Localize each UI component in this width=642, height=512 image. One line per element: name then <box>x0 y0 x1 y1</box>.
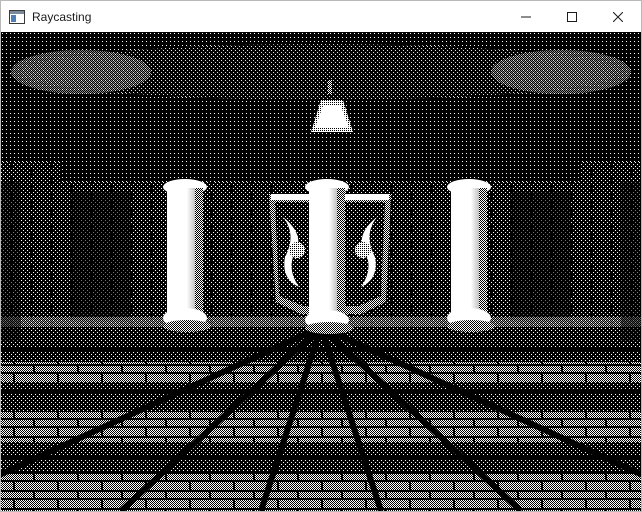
game-viewport[interactable] <box>1 32 641 511</box>
close-button[interactable] <box>595 1 641 32</box>
app-window: Raycasting <box>0 0 642 512</box>
maximize-icon <box>567 11 577 22</box>
minimize-icon <box>521 16 531 17</box>
close-icon <box>613 11 623 22</box>
title-bar[interactable]: Raycasting <box>1 1 641 32</box>
window-controls <box>503 1 641 32</box>
maximize-button[interactable] <box>549 1 595 32</box>
minimize-button[interactable] <box>503 1 549 32</box>
app-window-icon <box>9 9 25 25</box>
raycast-scene <box>1 32 641 511</box>
window-title: Raycasting <box>32 9 92 24</box>
